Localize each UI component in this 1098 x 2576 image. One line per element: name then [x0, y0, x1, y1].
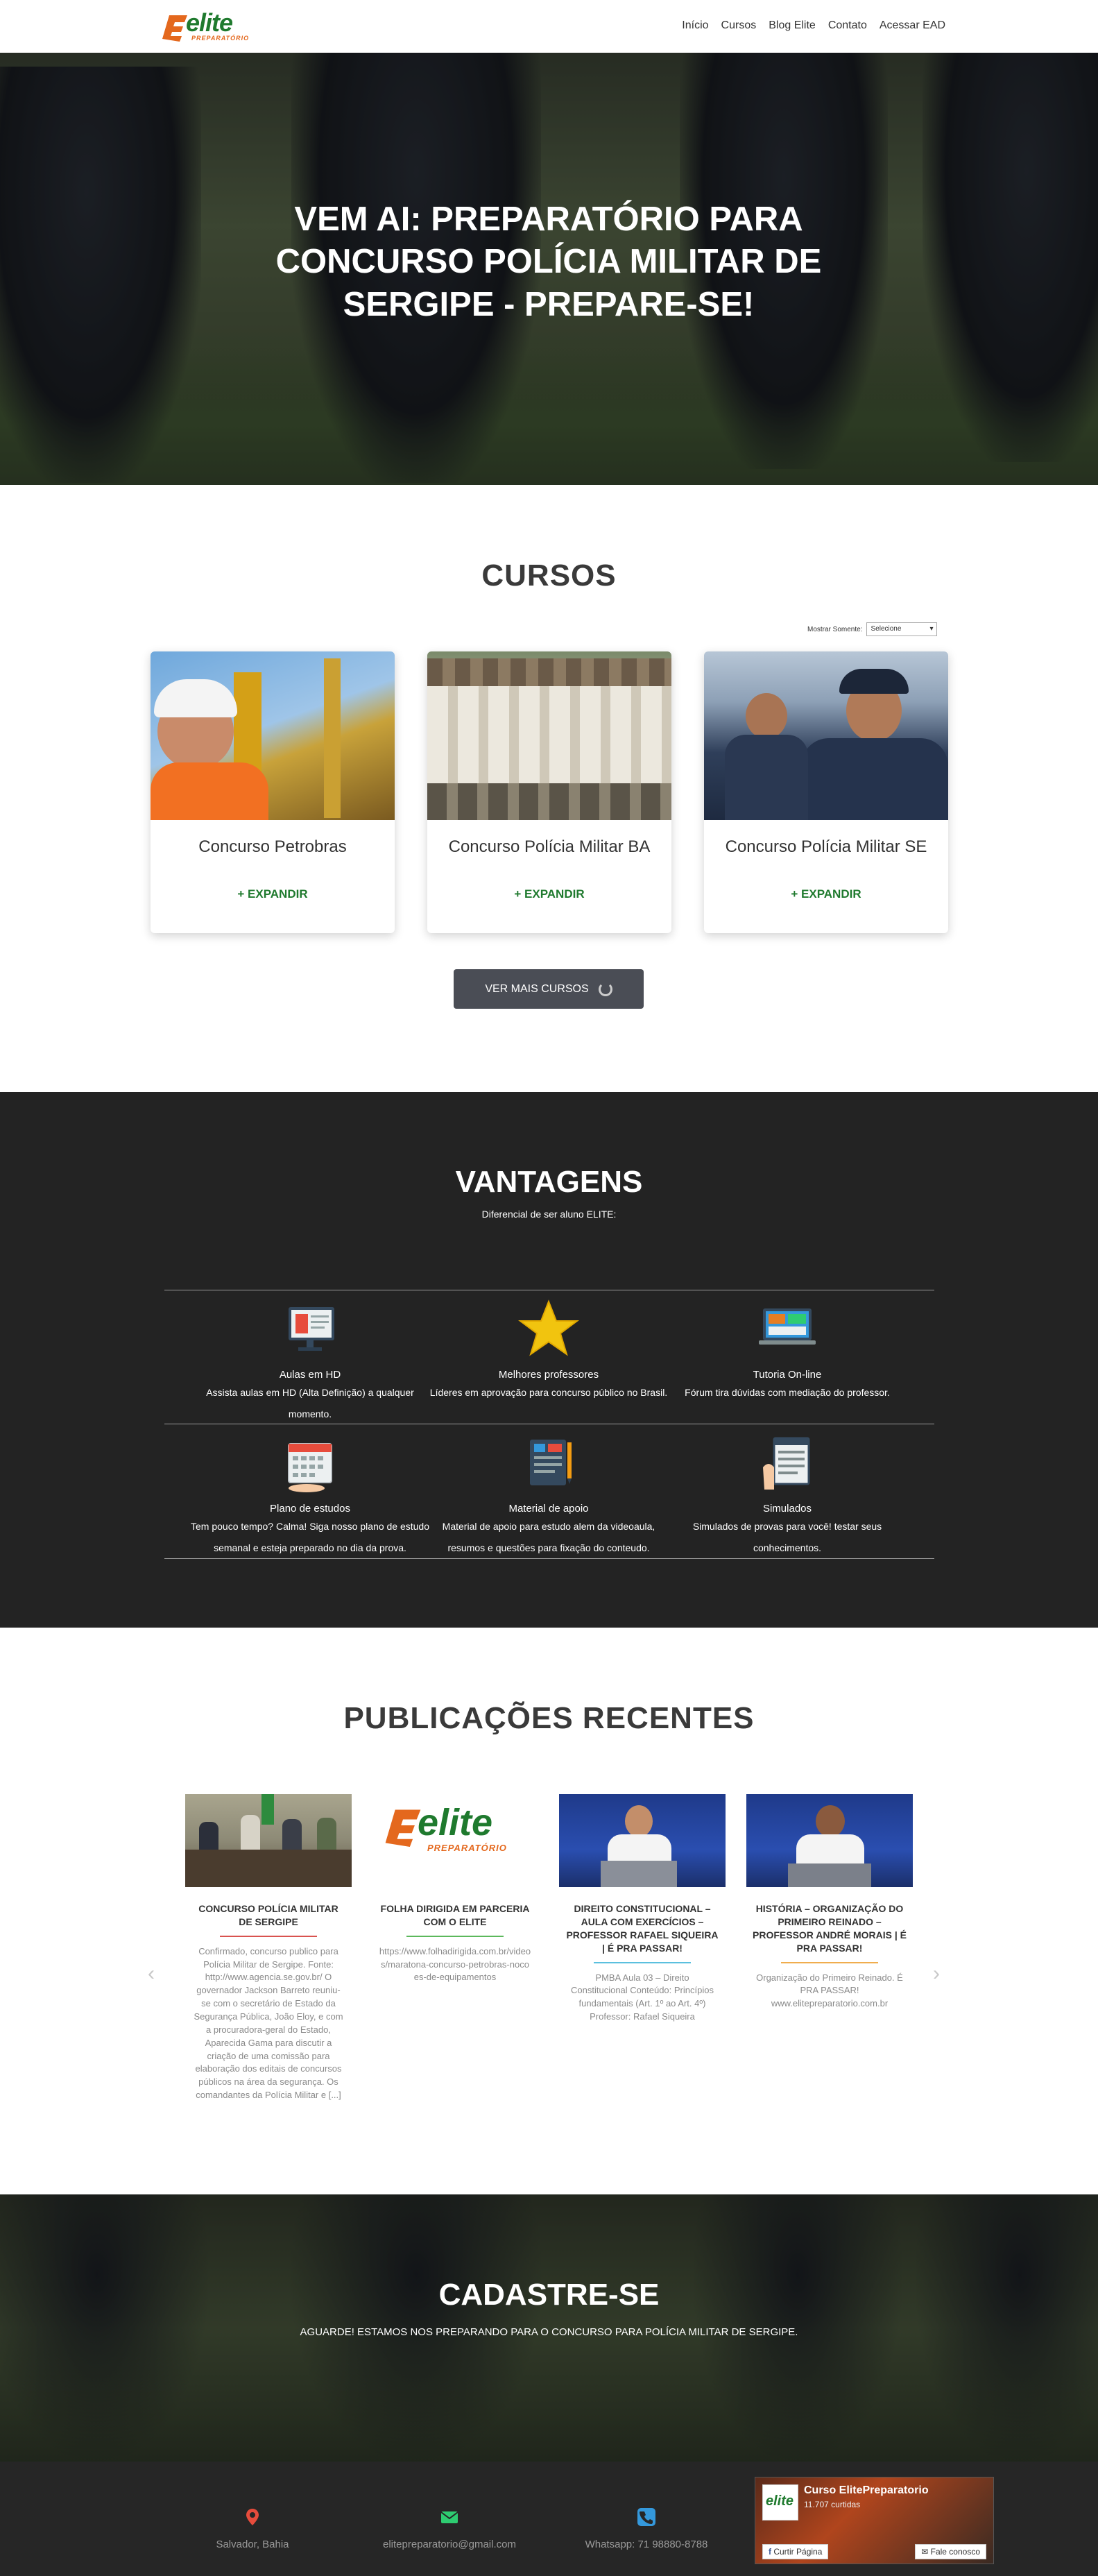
- chevron-down-icon: ▾: [929, 625, 934, 633]
- vantagens-title: VANTAGENS: [455, 1165, 643, 1199]
- footer-location: Salvador, Bahia: [155, 2507, 350, 2550]
- video-lesson-icon: [289, 1307, 334, 1351]
- course-title: Concurso Polícia Militar SE: [725, 837, 927, 856]
- course-card[interactable]: Concurso Petrobras + EXPANDIR: [151, 651, 395, 933]
- phone-icon: [637, 2508, 655, 2526]
- course-image-pm-se: [704, 651, 948, 820]
- post-excerpt: PMBA Aula 03 – Direito Constitucional Co…: [571, 1972, 714, 2022]
- menu-inicio[interactable]: Início: [682, 19, 708, 32]
- messenger-icon: ✉: [921, 2547, 929, 2557]
- cadastre-title: CADASTRE-SE: [438, 2278, 660, 2312]
- vantagens-section: VANTAGENS Diferencial de ser aluno ELITE…: [0, 1092, 1098, 1628]
- cadastre-text: AGUARDE! ESTAMOS NOS PREPARANDO PARA O C…: [300, 2326, 798, 2338]
- study-material-icon: [530, 1440, 572, 1485]
- feature-desc: Tem pouco tempo? Calma! Siga nosso plano…: [191, 1521, 429, 1553]
- post-title[interactable]: CONCURSO POLÍCIA MILITAR DE SERGIPE: [185, 1902, 352, 1929]
- publicacoes-title: PUBLICAÇÕES RECENTES: [343, 1701, 755, 1735]
- feature-title: Melhores professores: [498, 1369, 599, 1381]
- expand-link[interactable]: + EXPANDIR: [704, 887, 948, 901]
- post-image: [746, 1794, 913, 1887]
- post-image: [559, 1794, 726, 1887]
- post-title[interactable]: FOLHA DIRIGIDA EM PARCERIA COM O ELITE: [372, 1902, 538, 1929]
- post-card[interactable]: elite PREPARATÓRIO FOLHA DIRIGIDA EM PAR…: [372, 1794, 538, 1984]
- carousel-next-icon[interactable]: ›: [933, 1962, 940, 1986]
- expand-link[interactable]: + EXPANDIR: [427, 887, 671, 901]
- feature-item: Plano de estudos Tem pouco tempo? Calma!…: [182, 1433, 438, 1559]
- feature-desc: Material de apoio para estudo alem da vi…: [442, 1521, 655, 1553]
- course-image-pm-ba: [427, 651, 671, 820]
- hero-title: VEM AI: PREPARATÓRIO PARA CONCURSO POLÍC…: [275, 201, 822, 323]
- post-card[interactable]: CONCURSO POLÍCIA MILITAR DE SERGIPE Conf…: [185, 1794, 352, 2102]
- envelope-icon: [440, 2511, 458, 2523]
- feature-desc: Assista aulas em HD (Alta Definição) a q…: [206, 1387, 414, 1419]
- feature-title: Aulas em HD: [279, 1369, 341, 1381]
- hero-banner: VEM AI: PREPARATÓRIO PARA CONCURSO POLÍC…: [0, 53, 1098, 485]
- fb-page-avatar: elite: [762, 2484, 798, 2520]
- exam-icon: [763, 1437, 810, 1490]
- course-filter: Mostrar Somente: Selecione ▾: [807, 622, 938, 636]
- feature-item: Melhores professores Líderes em aprovaçã…: [420, 1299, 677, 1404]
- menu-contato[interactable]: Contato: [828, 19, 867, 32]
- feature-title: Tutoria On-line: [753, 1369, 822, 1381]
- fb-page-name[interactable]: Curso ElitePreparatorio: [804, 2484, 929, 2497]
- post-divider: [406, 1935, 504, 1937]
- facebook-icon: f: [769, 2547, 771, 2557]
- post-card[interactable]: DIREITO CONSTITUCIONAL – AULA COM EXERCÍ…: [559, 1794, 726, 2024]
- post-excerpt: https://www.folhadirigida.com.br/videos/…: [379, 1945, 531, 1983]
- cursos-title: CURSOS: [481, 558, 617, 592]
- feature-item: Simulados Simulados de provas para você!…: [659, 1433, 916, 1559]
- feature-desc: Líderes em aprovação para concurso públi…: [429, 1387, 668, 1398]
- calendar-icon: [288, 1443, 332, 1492]
- star-icon: [518, 1299, 579, 1356]
- site-logo[interactable]: elite PREPARATÓRIO: [158, 8, 259, 44]
- feature-desc: Fórum tira dúvidas com mediação do profe…: [685, 1387, 890, 1398]
- filter-label: Mostrar Somente:: [807, 625, 863, 633]
- facebook-page-widget[interactable]: elite Curso ElitePreparatorio 11.707 cur…: [755, 2477, 994, 2564]
- expand-link[interactable]: + EXPANDIR: [151, 887, 395, 901]
- menu-cursos[interactable]: Cursos: [721, 19, 757, 32]
- course-card[interactable]: Concurso Polícia Militar BA + EXPANDIR: [427, 651, 671, 933]
- loading-spinner-icon: [598, 982, 612, 996]
- vantagens-subtitle: Diferencial de ser aluno ELITE:: [481, 1209, 617, 1220]
- course-card[interactable]: Concurso Polícia Militar SE + EXPANDIR: [704, 651, 948, 933]
- post-excerpt: Organização do Primeiro Reinado. É PRA P…: [756, 1972, 903, 2009]
- main-menu: Início Cursos Blog Elite Contato Acessar…: [682, 19, 945, 32]
- logo-brand: elite: [186, 8, 233, 37]
- post-divider: [594, 1961, 691, 1963]
- course-image-petrobras: [151, 651, 395, 820]
- post-image: elite PREPARATÓRIO: [372, 1794, 538, 1887]
- post-divider: [781, 1961, 878, 1963]
- cadastre-section: CADASTRE-SE AGUARDE! ESTAMOS NOS PREPARA…: [0, 2194, 1098, 2462]
- feature-desc: Simulados de provas para você! testar se…: [692, 1521, 882, 1553]
- footer-email[interactable]: elitepreparatorio@gmail.com: [352, 2507, 547, 2550]
- feature-item: Material de apoio Material de apoio para…: [420, 1433, 677, 1559]
- feature-title: Simulados: [762, 1503, 812, 1515]
- logo-subtitle: PREPARATÓRIO: [191, 35, 250, 42]
- menu-acessar-ead[interactable]: Acessar EAD: [880, 19, 945, 32]
- post-divider: [220, 1935, 317, 1937]
- post-image: [185, 1794, 352, 1887]
- post-card[interactable]: HISTÓRIA – ORGANIZAÇÃO DO PRIMEIRO REINA…: [746, 1794, 913, 2011]
- filter-select[interactable]: Selecione ▾: [866, 622, 938, 636]
- menu-blog[interactable]: Blog Elite: [769, 19, 816, 32]
- top-nav: elite PREPARATÓRIO Início Cursos Blog El…: [0, 0, 1098, 53]
- fb-contact-button[interactable]: ✉ Fale conosco: [915, 2544, 986, 2559]
- ver-mais-cursos-button[interactable]: VER MAIS CURSOS: [454, 969, 644, 1009]
- carousel-prev-icon[interactable]: ‹: [148, 1962, 155, 1986]
- map-pin-icon: [246, 2509, 259, 2525]
- fb-like-button[interactable]: f Curtir Página: [762, 2544, 829, 2559]
- footer-phone[interactable]: Whatsapp: 71 98880-8788: [549, 2507, 744, 2550]
- fb-likes: 11.707 curtidas: [804, 2500, 861, 2509]
- feature-title: Material de apoio: [508, 1503, 589, 1515]
- online-tutoring-icon: [759, 1308, 816, 1345]
- post-excerpt: Confirmado, concurso publico para Políci…: [194, 1945, 343, 2101]
- course-title: Concurso Petrobras: [198, 837, 347, 856]
- feature-title: Plano de estudos: [270, 1503, 350, 1515]
- post-title[interactable]: DIREITO CONSTITUCIONAL – AULA COM EXERCÍ…: [559, 1902, 726, 1955]
- feature-item: Aulas em HD Assista aulas em HD (Alta De…: [182, 1299, 438, 1425]
- post-title[interactable]: HISTÓRIA – ORGANIZAÇÃO DO PRIMEIRO REINA…: [746, 1902, 913, 1955]
- feature-item: Tutoria On-line Fórum tira dúvidas com m…: [659, 1299, 916, 1404]
- course-title: Concurso Polícia Militar BA: [448, 837, 651, 856]
